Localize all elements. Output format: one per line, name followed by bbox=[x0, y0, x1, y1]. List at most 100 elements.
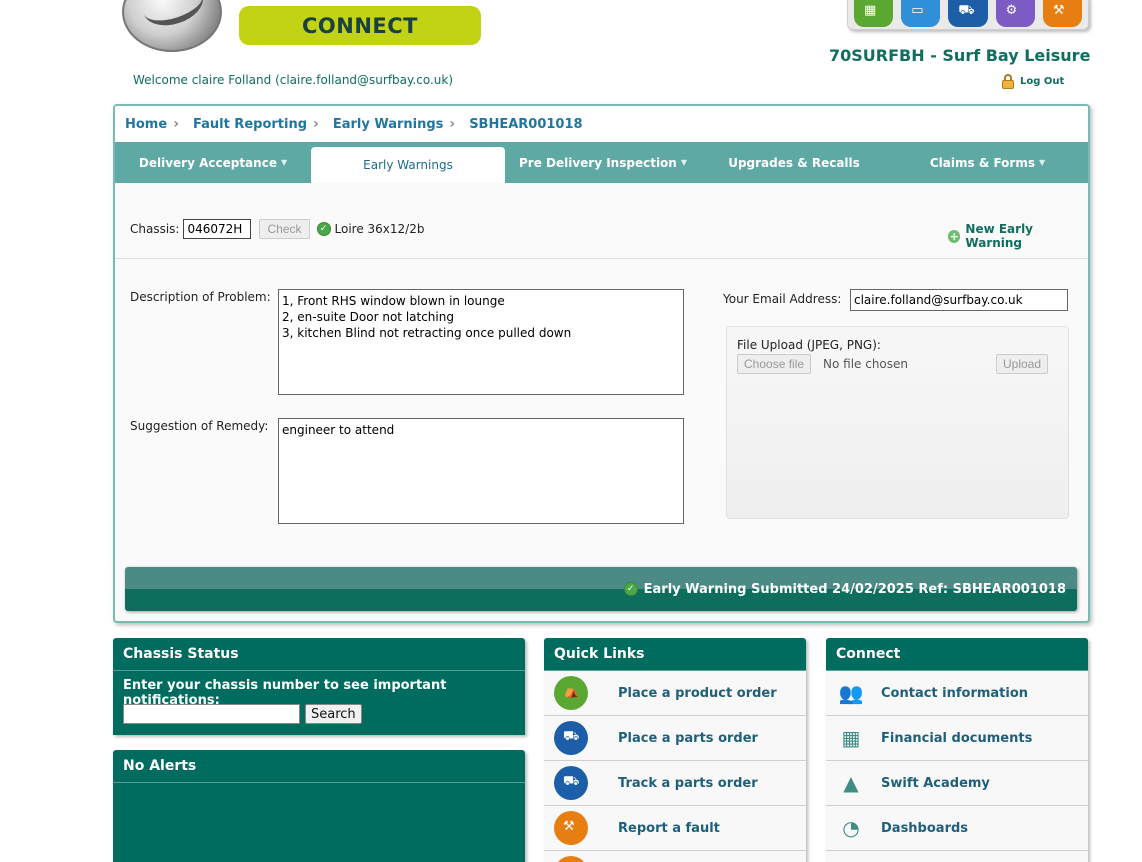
quick-links-list: ⛺ Place a product order ⛟ Place a parts … bbox=[544, 671, 806, 862]
chassis-label: Chassis: bbox=[130, 222, 180, 236]
submission-status-text: Early Warning Submitted 24/02/2025 Ref: … bbox=[643, 581, 1066, 597]
truck-app-icon[interactable]: ⛟ bbox=[948, 0, 988, 27]
file-upload-label: File Upload (JPEG, PNG): bbox=[737, 338, 881, 352]
chassis-search-button[interactable]: Search bbox=[305, 704, 362, 724]
connect-link-label: Financial documents bbox=[881, 730, 1033, 746]
caravan-app-icon[interactable]: ▦ bbox=[854, 0, 894, 27]
quick-links-box: Quick Links ⛺ Place a product order ⛟ Pl… bbox=[544, 638, 806, 862]
plus-circle-icon: + bbox=[948, 229, 961, 243]
connect-link-label: Contact information bbox=[881, 685, 1029, 701]
quick-link-track-parts-order[interactable]: ⛟ Track a parts order bbox=[544, 761, 806, 806]
tab-claims-forms[interactable]: Claims & Forms ▼ bbox=[887, 142, 1088, 183]
computer-app-icon[interactable]: ▭ bbox=[901, 0, 941, 27]
tools-app-icon[interactable]: ⚒ bbox=[1042, 0, 1083, 27]
gauge-icon: ◔ bbox=[842, 816, 860, 840]
connect-list: 👥 Contact information ▦ Financial docume… bbox=[826, 671, 1088, 862]
calculator-icon: ▦ bbox=[841, 726, 861, 750]
connect-item-icon: ◌ bbox=[836, 858, 866, 862]
tab-bar: Delivery Acceptance ▼ Early Warnings Pre … bbox=[115, 142, 1088, 183]
tab-early-warnings[interactable]: Early Warnings bbox=[311, 147, 505, 183]
file-upload-panel: File Upload (JPEG, PNG): Choose file No … bbox=[726, 326, 1069, 519]
swift-logo bbox=[122, 0, 222, 52]
description-label: Description of Problem: bbox=[130, 290, 271, 304]
caret-down-icon: ▼ bbox=[680, 158, 688, 167]
check-button[interactable]: Check bbox=[259, 219, 310, 239]
chassis-status-title: Chassis Status bbox=[113, 638, 525, 671]
logout-link[interactable]: Log Out bbox=[1001, 74, 1064, 89]
connect-box: Connect 👥 Contact information ▦ Financia… bbox=[826, 638, 1088, 862]
check-circle-icon: ✓ bbox=[316, 222, 331, 236]
welcome-text: Welcome claire Folland (claire.folland@s… bbox=[133, 73, 454, 87]
gears-app-icon[interactable]: ⚙ bbox=[995, 0, 1035, 27]
chassis-row: Chassis: Check ✓ Loire 36x12/2b bbox=[130, 219, 424, 239]
new-early-warning-label: New Early Warning bbox=[965, 222, 1033, 250]
tab-label: Upgrades & Recalls bbox=[728, 155, 860, 170]
tab-delivery-acceptance[interactable]: Delivery Acceptance ▼ bbox=[115, 142, 311, 183]
people-icon: 👥 bbox=[838, 681, 864, 705]
breadcrumb-fault-reporting[interactable]: Fault Reporting bbox=[193, 117, 307, 132]
tab-upgrades-recalls[interactable]: Upgrades & Recalls bbox=[701, 142, 887, 183]
remedy-textarea[interactable]: engineer to attend bbox=[278, 418, 684, 524]
connect-logo: CONNECT bbox=[239, 6, 481, 45]
tab-pre-delivery-inspection[interactable]: Pre Delivery Inspection ▼ bbox=[505, 142, 701, 183]
tab-label: Delivery Acceptance bbox=[138, 155, 277, 170]
submission-status-bar: ✓ Early Warning Submitted 24/02/2025 Ref… bbox=[125, 567, 1077, 611]
breadcrumb-early-warnings[interactable]: Early Warnings bbox=[333, 117, 444, 132]
early-warning-panel: Home › Fault Reporting › Early Warnings … bbox=[113, 104, 1090, 623]
quick-link-partial[interactable] bbox=[544, 851, 806, 862]
quick-link-label: Place a product order bbox=[618, 685, 777, 701]
quick-link-label: Report a fault bbox=[618, 820, 720, 836]
quick-link-report-fault[interactable]: ⚒ Report a fault bbox=[544, 806, 806, 851]
quick-links-title: Quick Links bbox=[544, 638, 806, 671]
quick-link-label: Track a parts order bbox=[618, 775, 758, 791]
company-name: 70SURFBH - Surf Bay Leisure bbox=[829, 46, 1091, 65]
email-label: Your Email Address: bbox=[723, 292, 842, 306]
connect-partial-item[interactable]: ◌ bbox=[826, 851, 1088, 862]
quick-link-label: Place a parts order bbox=[618, 730, 758, 746]
chevron-right-icon: › bbox=[449, 116, 456, 132]
quick-link-place-product-order[interactable]: ⛺ Place a product order bbox=[544, 671, 806, 716]
truck-icon: ⛟ bbox=[554, 719, 594, 757]
app-switcher: ▦ ▭ ⛟ ⚙ ⚒ bbox=[847, 0, 1089, 30]
tab-label: Early Warnings bbox=[363, 158, 453, 172]
check-circle-icon: ✓ bbox=[623, 582, 638, 596]
quick-link-place-parts-order[interactable]: ⛟ Place a parts order bbox=[544, 716, 806, 761]
email-input[interactable] bbox=[850, 289, 1068, 311]
chassis-search-input[interactable] bbox=[123, 704, 300, 724]
breadcrumb-reference[interactable]: SBHEAR001018 bbox=[469, 117, 582, 132]
breadcrumb-home[interactable]: Home bbox=[125, 117, 167, 132]
caravan-icon: ⛺ bbox=[554, 674, 594, 712]
quick-link-icon bbox=[554, 854, 594, 862]
alerts-title: No Alerts bbox=[113, 750, 525, 783]
chassis-status-box: Chassis Status Enter your chassis number… bbox=[113, 638, 525, 735]
connect-financial-documents[interactable]: ▦ Financial documents bbox=[826, 716, 1088, 761]
connect-swift-academy[interactable]: ▲ Swift Academy bbox=[826, 761, 1088, 806]
truck-icon: ⛟ bbox=[554, 764, 594, 802]
connect-title: Connect bbox=[826, 638, 1088, 671]
logout-label: Log Out bbox=[1020, 76, 1065, 87]
breadcrumb: Home › Fault Reporting › Early Warnings … bbox=[115, 106, 1088, 142]
lock-icon bbox=[1001, 74, 1015, 89]
chevron-right-icon: › bbox=[173, 116, 179, 132]
tab-label: Claims & Forms bbox=[929, 155, 1035, 170]
choose-file-button[interactable]: Choose file bbox=[737, 354, 812, 374]
tab-label: Pre Delivery Inspection bbox=[518, 155, 677, 170]
chevron-right-icon: › bbox=[313, 116, 319, 132]
connect-contact-information[interactable]: 👥 Contact information bbox=[826, 671, 1088, 716]
connect-link-label: Swift Academy bbox=[881, 775, 990, 791]
connect-dashboards[interactable]: ◔ Dashboards bbox=[826, 806, 1088, 851]
no-file-text: No file chosen bbox=[823, 357, 909, 371]
model-name: Loire 36x12/2b bbox=[334, 222, 425, 236]
academy-icon: ▲ bbox=[843, 771, 859, 795]
divider bbox=[115, 258, 1088, 259]
upload-button[interactable]: Upload bbox=[996, 354, 1049, 374]
tools-icon: ⚒ bbox=[554, 809, 594, 847]
caret-down-icon: ▼ bbox=[280, 158, 288, 167]
new-early-warning-link[interactable]: + New Early Warning bbox=[948, 222, 1088, 250]
alerts-box: No Alerts bbox=[113, 750, 525, 862]
connect-link-label: Dashboards bbox=[881, 820, 969, 836]
chassis-input[interactable] bbox=[183, 219, 252, 239]
remedy-label: Suggestion of Remedy: bbox=[130, 419, 269, 433]
description-textarea[interactable]: 1, Front RHS window blown in lounge 2, e… bbox=[278, 289, 684, 395]
caret-down-icon: ▼ bbox=[1038, 158, 1046, 167]
